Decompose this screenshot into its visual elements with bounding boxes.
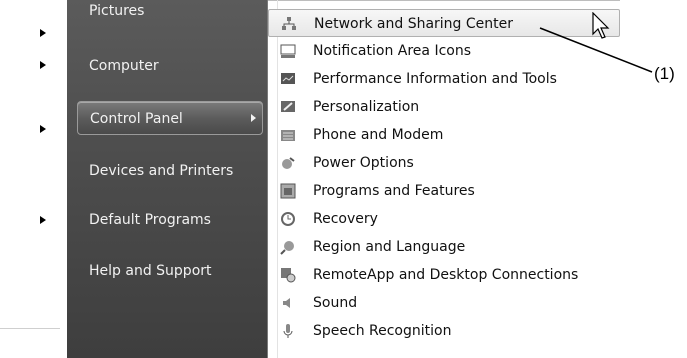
- callout-label: (1): [654, 64, 675, 83]
- callout-line: [539, 27, 653, 73]
- mouse-cursor-icon: [592, 12, 610, 39]
